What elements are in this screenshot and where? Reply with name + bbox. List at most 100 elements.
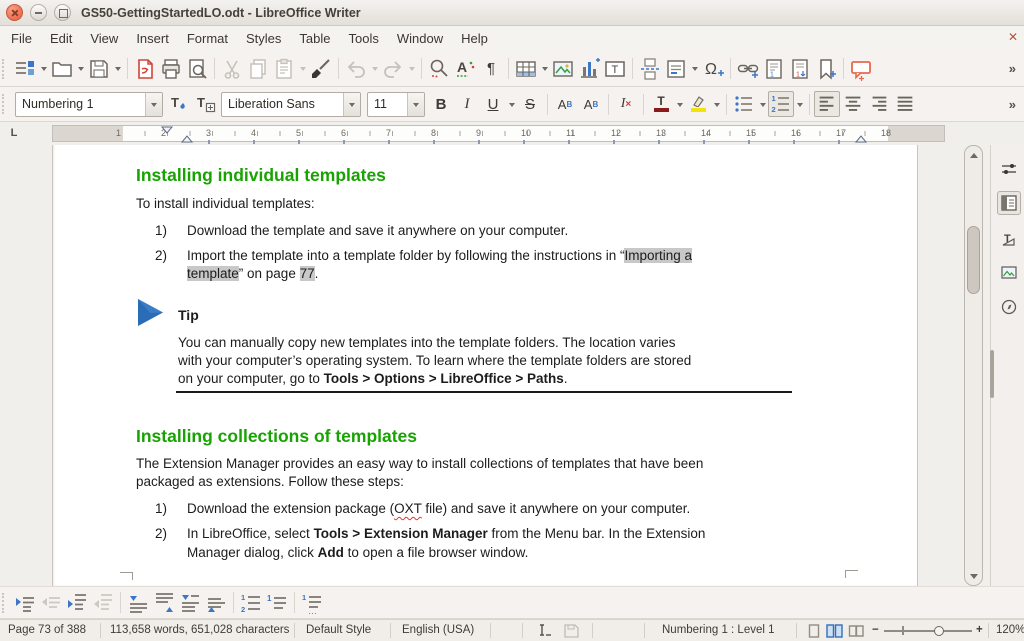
unordered-list-button[interactable] (731, 91, 757, 117)
bullets-numbering-options-button[interactable]: 1… (299, 590, 325, 616)
save-button[interactable] (86, 56, 112, 82)
insert-bookmark-button[interactable] (813, 56, 839, 82)
list-item-text[interactable]: Download the template and save it anywhe… (187, 223, 568, 238)
spelling-button[interactable]: A (452, 56, 478, 82)
list-item-text[interactable]: Download the extension package (OXT file… (187, 501, 690, 516)
page-number-field[interactable]: 77 (300, 266, 315, 281)
demote-outline-button[interactable] (12, 590, 38, 616)
insert-special-character-button[interactable]: Ω (700, 56, 726, 82)
insert-field-dropdown[interactable] (689, 56, 700, 82)
highlight-color-button[interactable] (685, 91, 711, 117)
new-style-button[interactable]: T (192, 91, 218, 117)
right-indent-marker[interactable] (855, 135, 867, 143)
cross-reference-field[interactable]: template (187, 266, 239, 281)
zoom-level-status[interactable]: 120% (996, 624, 1024, 636)
page-style-status[interactable]: Default Style (306, 624, 371, 636)
language-status[interactable]: English (USA) (402, 624, 474, 636)
sidebar-tab-gallery[interactable] (997, 261, 1021, 285)
clear-formatting-button[interactable]: I× (613, 91, 639, 117)
scroll-down-icon[interactable] (965, 568, 982, 584)
insert-field-button[interactable] (663, 56, 689, 82)
zoom-slider-track[interactable] (884, 630, 972, 632)
tip-text-line[interactable]: You can manually copy new templates into… (178, 335, 676, 350)
doc-paragraph[interactable]: To install individual templates: (136, 196, 315, 211)
new-document-button[interactable] (12, 56, 38, 82)
underline-dropdown[interactable] (506, 91, 517, 117)
menu-item-help[interactable]: Help (452, 27, 497, 50)
word-count-status[interactable]: 113,658 words, 651,028 characters (110, 624, 289, 636)
list-item-text[interactable]: template” on page 77. (187, 266, 318, 281)
horizontal-ruler[interactable]: L 123456789101112131415161718 (0, 122, 990, 145)
paragraph-style-dropdown[interactable] (145, 93, 162, 116)
toolbar-grip[interactable] (2, 59, 9, 79)
ruler-track[interactable]: 123456789101112131415161718 (52, 125, 945, 142)
save-dropdown[interactable] (112, 56, 123, 82)
tip-text-line[interactable]: with your computer’s operating system. T… (178, 353, 691, 368)
print-button[interactable] (158, 56, 184, 82)
selection-mode-icon[interactable] (536, 624, 554, 638)
toolbar-overflow-button[interactable]: » (1006, 61, 1019, 76)
cross-reference-field[interactable]: Importing a (624, 248, 692, 263)
insert-footnote-button[interactable]: 1 (761, 56, 787, 82)
unordered-list-dropdown[interactable] (757, 91, 768, 117)
list-item-text[interactable]: Import the template into a template fold… (187, 248, 692, 263)
menu-item-file[interactable]: File (2, 27, 41, 50)
page-count-status[interactable]: Page 73 of 388 (8, 624, 86, 636)
insert-table-dropdown[interactable] (539, 56, 550, 82)
menu-item-edit[interactable]: Edit (41, 27, 81, 50)
formatting-marks-button[interactable]: ¶ (478, 56, 504, 82)
sidebar-settings-icon[interactable] (997, 157, 1021, 181)
menu-item-table[interactable]: Table (290, 27, 339, 50)
insert-hyperlink-button[interactable] (735, 56, 761, 82)
vertical-scrollbar[interactable] (964, 145, 983, 586)
insert-text-box-button[interactable]: T (602, 56, 628, 82)
outline-position-status[interactable]: Numbering 1 : Level 1 (662, 624, 775, 636)
font-size-combo[interactable]: 11 (367, 92, 425, 117)
restart-numbering-button[interactable]: 1 (264, 590, 290, 616)
align-left-button[interactable] (814, 91, 840, 117)
multi-page-view-icon[interactable] (826, 624, 843, 638)
list-item-text[interactable]: Manager dialog, click Add to open a file… (187, 545, 528, 560)
move-down-with-subpoints-button[interactable] (177, 590, 203, 616)
zoom-slider-knob[interactable] (934, 626, 944, 636)
open-dropdown[interactable] (75, 56, 86, 82)
font-size-dropdown[interactable] (407, 93, 424, 116)
bold-button[interactable]: B (428, 91, 454, 117)
export-pdf-button[interactable] (132, 56, 158, 82)
find-replace-button[interactable] (426, 56, 452, 82)
list-item-text[interactable]: In LibreOffice, select Tools > Extension… (187, 526, 705, 541)
single-page-view-icon[interactable] (808, 624, 820, 638)
close-document-icon[interactable]: ✕ (1008, 30, 1018, 44)
menu-item-view[interactable]: View (81, 27, 127, 50)
toolbar-grip[interactable] (2, 94, 9, 114)
move-up-with-subpoints-button[interactable] (203, 590, 229, 616)
window-maximize-button[interactable] (54, 4, 71, 21)
doc-heading-1[interactable]: Installing individual templates (136, 165, 386, 186)
align-right-button[interactable] (866, 91, 892, 117)
subscript-button[interactable]: AB (578, 91, 604, 117)
toolbar-grip[interactable] (2, 593, 9, 613)
scroll-up-icon[interactable] (965, 147, 982, 163)
doc-heading-2[interactable]: Installing collections of templates (136, 426, 417, 447)
tab-stop-selector[interactable]: L (7, 126, 21, 140)
font-color-button[interactable]: T (648, 91, 674, 117)
open-button[interactable] (49, 56, 75, 82)
print-preview-button[interactable] (184, 56, 210, 82)
sidebar-tab-navigator[interactable] (997, 295, 1021, 319)
insert-chart-button[interactable] (576, 56, 602, 82)
align-center-button[interactable] (840, 91, 866, 117)
ordered-list-dropdown[interactable] (794, 91, 805, 117)
menu-item-window[interactable]: Window (388, 27, 452, 50)
paragraph-style-combo[interactable]: Numbering 1 (15, 92, 163, 117)
document-modified-icon[interactable] (564, 624, 579, 638)
font-color-dropdown[interactable] (674, 91, 685, 117)
move-up-button[interactable] (151, 590, 177, 616)
font-name-combo[interactable]: Liberation Sans (221, 92, 361, 117)
update-style-button[interactable]: T (166, 91, 192, 117)
left-indent-marker[interactable] (181, 135, 193, 143)
doc-paragraph[interactable]: packaged as extensions. Follow these ste… (136, 474, 404, 489)
zoom-out-button[interactable]: − (872, 624, 879, 636)
sidebar-hide-grip[interactable] (990, 350, 994, 398)
menu-item-format[interactable]: Format (178, 27, 237, 50)
sidebar-tab-properties[interactable] (997, 191, 1021, 215)
